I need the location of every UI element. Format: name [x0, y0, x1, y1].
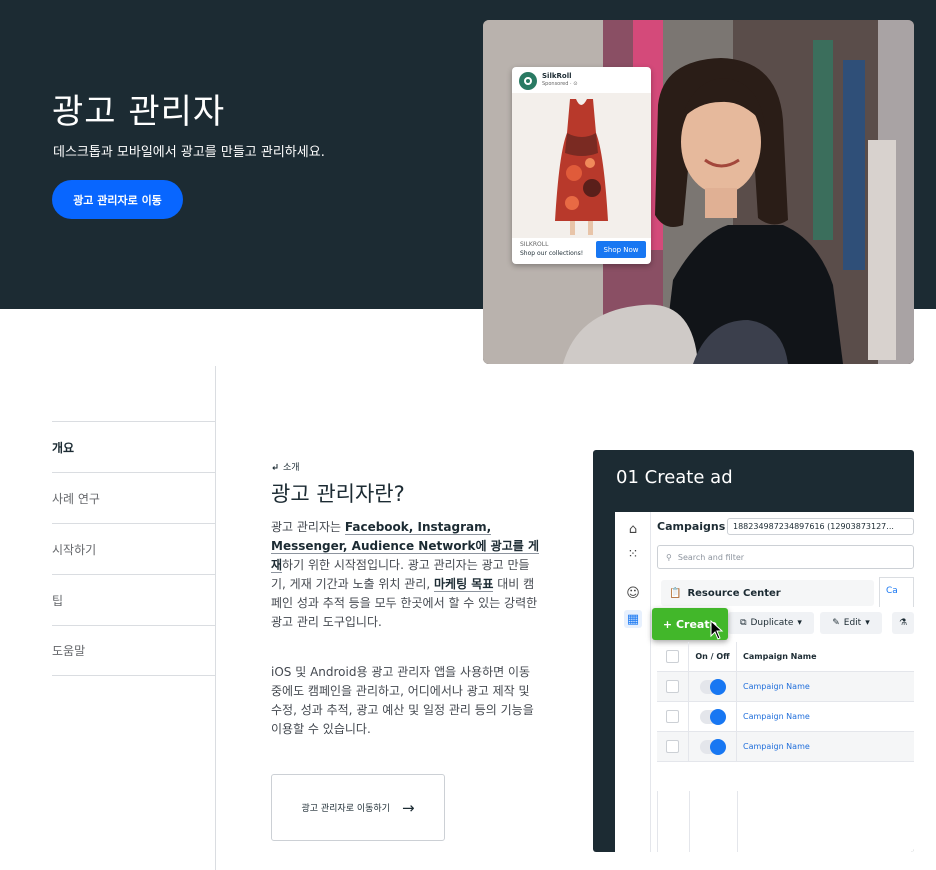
table-row: Campaign Name	[657, 702, 914, 732]
row-checkbox[interactable]	[666, 710, 679, 723]
page-title: 광고 관리자	[52, 92, 226, 132]
hero-photo: SilkRoll Sponsored · ⊙ SILKROLL Shop our…	[483, 20, 914, 364]
video-title: 01 Create ad	[616, 467, 733, 488]
account-status-icon[interactable]: ☺	[624, 584, 642, 602]
table-row: Campaign Name	[657, 732, 914, 762]
select-all-checkbox[interactable]	[666, 650, 679, 663]
clipboard-icon: 📋	[669, 587, 682, 599]
section-eyebrow: 소개	[271, 460, 300, 473]
duplicate-button[interactable]: ⧉ Duplicate ▾	[728, 612, 814, 634]
table-row: Campaign Name	[657, 672, 914, 702]
campaign-name-link[interactable]: Campaign Name	[737, 712, 810, 721]
nav-item-get-started[interactable]: 시작하기	[52, 523, 215, 574]
mobile-app-paragraph: iOS 및 Android용 광고 관리자 앱을 사용하면 이동 중에도 캠페인…	[271, 665, 534, 736]
ad-cta-text: Shop our collections!	[520, 250, 584, 257]
go-to-ads-manager-button[interactable]: 광고 관리자로 이동	[52, 180, 183, 219]
apps-grid-icon[interactable]: ⁙	[624, 545, 642, 563]
sponsored-ad-preview: SilkRoll Sponsored · ⊙ SILKROLL Shop our…	[512, 67, 651, 264]
section-title: 광고 관리자란?	[271, 482, 405, 506]
home-icon[interactable]: ⌂	[624, 520, 642, 538]
campaigns-table: On / Off Campaign Name Campaign Name Cam…	[657, 642, 914, 762]
col-header-on-off: On / Off	[689, 642, 737, 671]
campaigns-table-icon[interactable]: ▦	[624, 610, 642, 628]
nav-item-help[interactable]: 도움말	[52, 625, 215, 676]
nav-item-case-studies[interactable]: 사례 연구	[52, 472, 215, 523]
go-to-ads-manager-link-button[interactable]: 광고 관리자로 이동하기 →	[271, 774, 445, 841]
mouse-cursor-icon	[710, 620, 724, 640]
resource-center-tab[interactable]: 📋 Resource Center	[661, 580, 874, 606]
chevron-down-icon: ▾	[865, 618, 870, 628]
edit-label: Edit	[843, 618, 862, 628]
sidebar-divider	[215, 366, 216, 870]
section-nav: 개요 사례 연구 시작하기 팁 도움말	[52, 421, 215, 676]
nav-item-tips[interactable]: 팁	[52, 574, 215, 625]
campaigns-heading: Campaigns	[657, 520, 726, 533]
copy-icon: ⧉	[740, 618, 747, 628]
campaigns-tab[interactable]: Ca	[879, 577, 914, 607]
campaign-toggle[interactable]	[699, 678, 726, 695]
ab-test-icon[interactable]: ⚗	[892, 612, 914, 634]
eyebrow-label: 소개	[283, 463, 300, 473]
resource-center-label: Resource Center	[687, 587, 781, 599]
hero-subtitle: 데스크톱과 모바일에서 광고를 만들고 관리하세요.	[53, 145, 325, 160]
silkroll-logo-icon	[519, 72, 537, 90]
search-placeholder: Search and filter	[677, 552, 745, 562]
col-header-campaign-name: Campaign Name	[743, 652, 817, 661]
table-column-guides	[657, 791, 738, 852]
shop-now-button: Shop Now	[596, 241, 646, 258]
nav-item-overview[interactable]: 개요	[52, 421, 215, 472]
row-checkbox[interactable]	[666, 680, 679, 693]
chevron-down-icon: ▾	[797, 618, 802, 628]
intro-paragraph: 광고 관리자는 Facebook, Instagram, Messenger, …	[271, 518, 541, 632]
search-icon: ⚲	[666, 552, 672, 562]
arrow-right-icon: →	[401, 798, 415, 817]
pencil-icon: ✎	[832, 618, 840, 628]
dress-image	[512, 93, 651, 238]
button-label: 광고 관리자로 이동하기	[301, 804, 390, 814]
marketing-goals-link[interactable]: 마케팅 목표	[434, 577, 494, 592]
campaign-name-link[interactable]: Campaign Name	[737, 742, 810, 751]
campaign-toggle[interactable]	[699, 738, 726, 755]
duplicate-label: Duplicate	[750, 618, 794, 628]
return-arrow-icon	[272, 463, 278, 470]
ad-brand-name: SilkRoll	[542, 72, 572, 80]
ads-manager-mockup: ⌂ ⁙ ☺ ▦ Campaigns 188234987234897616 (12…	[615, 512, 914, 852]
ad-sponsored-label: Sponsored · ⊙	[542, 81, 578, 87]
campaign-name-link[interactable]: Campaign Name	[737, 682, 810, 691]
campaign-toggle[interactable]	[699, 708, 726, 725]
intro-text-a: 광고 관리자는	[271, 520, 345, 534]
left-rail: ⌂ ⁙ ☺ ▦	[615, 512, 651, 852]
account-selector[interactable]: 188234987234897616 (12903873127...	[727, 518, 914, 535]
row-checkbox[interactable]	[666, 740, 679, 753]
create-ad-video-panel: 01 Create ad ⌂ ⁙ ☺ ▦ Campaigns 188234987…	[593, 450, 914, 852]
ad-cta-brand: SILKROLL	[520, 241, 549, 248]
edit-button[interactable]: ✎ Edit ▾	[820, 612, 882, 634]
search-filter-input[interactable]: ⚲ Search and filter	[657, 545, 914, 569]
table-header-row: On / Off Campaign Name	[657, 642, 914, 672]
